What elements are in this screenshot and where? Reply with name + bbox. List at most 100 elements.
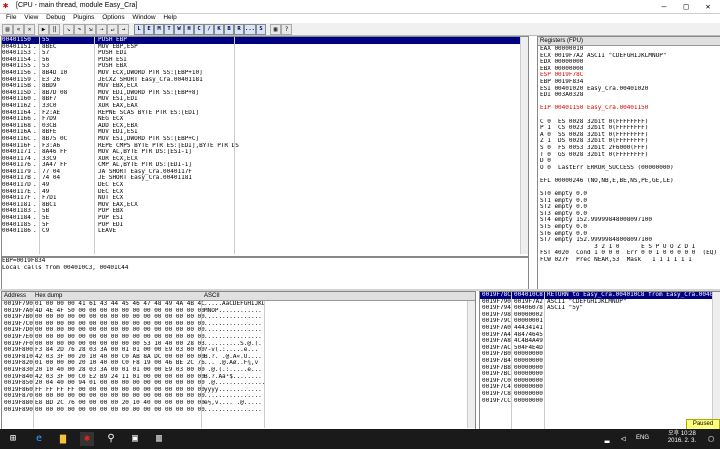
stack-row[interactable]: 0019F7C8 00000000 bbox=[480, 391, 720, 398]
menu-window[interactable]: Window bbox=[132, 13, 155, 23]
run-icon[interactable]: ▶ bbox=[38, 24, 49, 35]
clock[interactable]: 오후 10:28 2016. 2. 3. bbox=[660, 431, 704, 445]
stack-row[interactable]: 0019F7B0 00000000 bbox=[480, 351, 720, 358]
toolbar-letter-dots[interactable]: ... bbox=[244, 24, 256, 35]
disasm-row[interactable]: 00401160. 8BF7 MOV ESI,EDI bbox=[2, 96, 522, 103]
volume-icon[interactable]: ◁ bbox=[616, 432, 630, 446]
disasm-row[interactable]: 00401166. F7D9 NEG ECX bbox=[2, 116, 522, 123]
file-explorer-icon[interactable]: ▆ bbox=[56, 432, 70, 446]
dump-row[interactable]: 0019F790 01 00 00 00 41 61 43 44 45 46 47… bbox=[2, 301, 475, 308]
register-line[interactable]: EBP 0019F834 bbox=[540, 79, 720, 86]
toolbar-letter-L[interactable]: L bbox=[134, 24, 144, 35]
register-line[interactable] bbox=[540, 171, 720, 178]
menu-plugins[interactable]: Plugins bbox=[73, 13, 94, 23]
register-line[interactable]: EIP 00401150 Easy_Cra.00401150 bbox=[540, 105, 720, 112]
restart-icon[interactable]: « bbox=[13, 24, 24, 35]
minimize-button[interactable]: – bbox=[654, 1, 674, 12]
grid-view-icon[interactable]: ▦ bbox=[270, 24, 281, 35]
dump-row[interactable]: 0019F7F0 00 00 00 00 00 00 00 00 00 00 53… bbox=[2, 341, 475, 348]
stack-scrollbar[interactable] bbox=[712, 292, 720, 429]
stack-row[interactable]: 0019F7A4 48474645 bbox=[480, 332, 720, 339]
disasm-row[interactable]: 00401150 55 PUSH EBP bbox=[2, 37, 522, 44]
disasm-row[interactable]: 0040117B. 74 04 JE SHORT Easy_Cra.00401181 bbox=[2, 175, 522, 182]
disasm-row[interactable]: 0040115B. 8BD9 MOV EBX,ECX bbox=[2, 83, 522, 90]
toolbar-letter-K[interactable]: K bbox=[214, 24, 224, 35]
app2-icon[interactable]: ▥ bbox=[152, 432, 166, 446]
register-line[interactable]: ST6 empty 0.0 bbox=[540, 231, 720, 238]
dump-row[interactable]: 0019F810 42 03 3F 00 20 10 40 00 C0 AB 8A… bbox=[2, 354, 475, 361]
toolbar-letter-M[interactable]: M bbox=[154, 24, 164, 35]
dump-row[interactable]: 0019F850 20 04 40 00 94 01 00 00 00 00 00… bbox=[2, 380, 475, 387]
dump-row[interactable]: 0019F860 FF FF FF FF 00 00 00 00 00 00 00… bbox=[2, 387, 475, 394]
disasm-row[interactable]: 0040116A. 8BFE MOV EDI,ESI bbox=[2, 129, 522, 136]
register-line[interactable] bbox=[540, 184, 720, 191]
disasm-row[interactable]: 0040115D. 8B7D 08 MOV EDI,DWORD PTR SS:[EB… bbox=[2, 90, 522, 97]
dump-row[interactable]: 0019F890 00 00 00 00 00 00 00 00 00 00 00… bbox=[2, 407, 475, 414]
register-line[interactable]: O 0 LastErr ERROR_SUCCESS (00000000) bbox=[540, 165, 720, 172]
stack-row[interactable]: 0019F798 00000002 bbox=[480, 312, 720, 319]
dump-pane[interactable]: Address Hex dump ASCII 0019F790 01 00 00 … bbox=[1, 291, 476, 430]
dump-row[interactable]: 0019F830 20 10 40 00 28 03 3A 00 01 01 00… bbox=[2, 367, 475, 374]
dump-row[interactable]: 0019F800 F3 84 2D 76 28 03 3A 00 01 01 00… bbox=[2, 347, 475, 354]
pause-icon[interactable]: ‖ bbox=[49, 24, 60, 35]
disassembly-pane[interactable]: 00401150 55 PUSH EBP 00401151. 8BEC MOV EBP,E… bbox=[1, 36, 529, 257]
disasm-row[interactable]: 00401151. 8BEC MOV EBP,ESP bbox=[2, 44, 522, 51]
disasm-row[interactable]: 00401156. 8B4D 10 MOV ECX,DWORD PTR SS:[EB… bbox=[2, 70, 522, 77]
disasm-row[interactable]: 00401159. E3 26 JECXZ SHORT Easy_Cra.00401… bbox=[2, 77, 522, 84]
notification-icon[interactable]: ▢ bbox=[704, 432, 718, 446]
dump-row[interactable]: 0019F820 01 00 00 00 20 10 40 00 C0 F8 19… bbox=[2, 360, 475, 367]
register-line[interactable]: ECX 0019F7A2 ASCII "CDEFGHIJKLMNOP" bbox=[540, 53, 720, 60]
windows-start-icon[interactable]: ⊞ bbox=[6, 432, 20, 446]
disasm-row[interactable]: 00401153. 57 PUSH EDI bbox=[2, 50, 522, 57]
stack-row[interactable]: 0019F7BC 00000000 bbox=[480, 371, 720, 378]
menu-debug[interactable]: Debug bbox=[46, 13, 65, 23]
trace-into-icon[interactable]: ⇲ bbox=[85, 24, 96, 35]
stack-row[interactable]: 0019F7B4 00000000 bbox=[480, 358, 720, 365]
disasm-row[interactable]: 00401174. 33C9 XOR ECX,ECX bbox=[2, 156, 522, 163]
open-icon[interactable]: ▤ bbox=[2, 24, 13, 35]
stack-row[interactable]: 0019F78C 004010C8 RETURN to Easy_Cra.00401… bbox=[480, 292, 720, 299]
dump-row[interactable]: 0019F880 E8 BD 2C 76 00 00 00 00 20 10 40… bbox=[2, 400, 475, 407]
stack-row[interactable]: 0019F7A0 44434141 bbox=[480, 325, 720, 332]
execute-till-return-icon[interactable]: ↵ bbox=[107, 24, 118, 35]
disasm-row[interactable]: 00401179. 77 04 JA SHORT Easy_Cra.0040117F bbox=[2, 169, 522, 176]
register-line[interactable]: ST1 empty 0.0 bbox=[540, 198, 720, 205]
close-program-icon[interactable]: ✕ bbox=[24, 24, 35, 35]
stack-pane[interactable]: 0019F78C 004010C8 RETURN to Easy_Cra.00401… bbox=[479, 291, 720, 430]
registers-pane[interactable]: Registers (FPU) EAX 00000010 ECX 0019F7A2… bbox=[537, 36, 720, 291]
register-line[interactable]: ESP 0019F78C bbox=[540, 72, 720, 79]
dump-row[interactable]: 0019F7B0 00 00 00 00 00 00 00 00 00 00 00… bbox=[2, 314, 475, 321]
menu-help[interactable]: Help bbox=[163, 13, 176, 23]
step-into-icon[interactable]: ↘ bbox=[63, 24, 74, 35]
app-icon[interactable]: ▣ bbox=[128, 432, 142, 446]
disasm-row[interactable]: 00401155. 53 PUSH EBX bbox=[2, 63, 522, 70]
register-line[interactable]: ST7 empty 152.99999848008097100 bbox=[540, 237, 720, 244]
disasm-row[interactable]: 0040116C. 8B75 0C MOV ESI,DWORD PTR SS:[EB… bbox=[2, 136, 522, 143]
disasm-row[interactable]: 0040117E. 49 DEC ECX bbox=[2, 189, 522, 196]
stack-row[interactable]: 0019F79C 00000001 bbox=[480, 318, 720, 325]
register-line[interactable]: D 0 bbox=[540, 158, 720, 165]
toolbar-letter-S[interactable]: S bbox=[256, 24, 266, 35]
disasm-row[interactable]: 00401186. C9 LEAVE bbox=[2, 228, 522, 235]
dump-col-ascii[interactable]: ASCII bbox=[204, 292, 220, 300]
disasm-row[interactable]: 00401164. F2:AE REPNE SCAS BYTE PTR ES:[ED… bbox=[2, 110, 522, 117]
disasm-row[interactable]: 00401183. 5B POP EBX bbox=[2, 208, 522, 215]
toolbar-letter-C[interactable]: C bbox=[194, 24, 204, 35]
toolbar-letter-H[interactable]: H bbox=[184, 24, 194, 35]
toolbar-letter-B[interactable]: B bbox=[224, 24, 234, 35]
menu-file[interactable]: File bbox=[6, 13, 16, 23]
close-button[interactable]: ✕ bbox=[698, 1, 718, 12]
disasm-row[interactable]: 00401181. 8BC1 MOV EAX,ECX bbox=[2, 202, 522, 209]
register-line[interactable]: S 0 FS 0053 32bit 2F6000(FFF) bbox=[540, 145, 720, 152]
register-line[interactable]: ST3 empty 0.0 bbox=[540, 211, 720, 218]
disasm-row[interactable]: 0040116F. F3:A6 REPE CMPS BYTE PTR ES:[EDI… bbox=[2, 143, 522, 150]
disasm-row[interactable]: 00401184. 5E POP ESI bbox=[2, 215, 522, 222]
disasm-row[interactable]: 00401168. 03CB ADD ECX,EBX bbox=[2, 123, 522, 130]
register-line[interactable]: EBX 00000000 bbox=[540, 66, 720, 73]
goto-icon[interactable]: → bbox=[118, 24, 129, 35]
toolbar-letter-W[interactable]: W bbox=[174, 24, 184, 35]
edge-icon[interactable]: e bbox=[32, 432, 46, 446]
register-line[interactable]: 3 2 1 0 E S P U O Z D I bbox=[540, 244, 720, 251]
trace-over-icon[interactable]: ⇢ bbox=[96, 24, 107, 35]
stack-row[interactable]: 0019F790 0019F7A2 ASCII "CDEFGHIJKLMNOP" bbox=[480, 299, 720, 306]
